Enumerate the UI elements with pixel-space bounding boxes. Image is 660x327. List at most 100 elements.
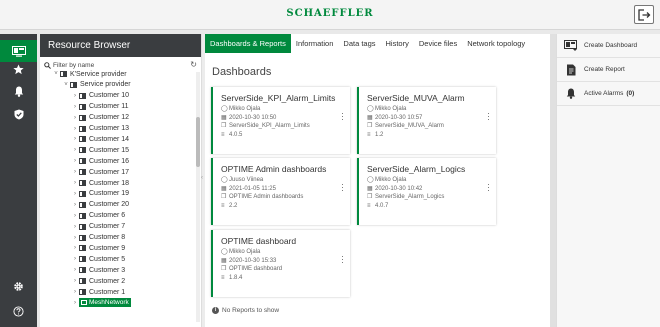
- chevron-down-icon[interactable]: ˅: [62, 82, 70, 88]
- tree-item[interactable]: › Customer 18: [71, 178, 129, 188]
- tree-item-label: Customer 8: [89, 234, 126, 241]
- tree-item[interactable]: › Customer 19: [71, 189, 129, 199]
- bell-icon: [564, 88, 578, 100]
- dashboard-card-title[interactable]: ServerSide_MUVA_Alarm: [367, 93, 496, 103]
- rail-favorites-button[interactable]: [0, 58, 37, 80]
- tab-dashboards-reports[interactable]: Dashboards & Reports: [205, 34, 291, 53]
- tree-item[interactable]: › Customer 17: [71, 167, 129, 177]
- chevron-right-icon[interactable]: ›: [71, 300, 79, 306]
- building-icon: [60, 71, 67, 77]
- chevron-right-icon[interactable]: ›: [71, 289, 79, 295]
- tree-item-label: Service provider: [80, 81, 131, 89]
- tree-item[interactable]: › Customer 6: [71, 211, 125, 221]
- tree-item[interactable]: › Customer 10: [71, 91, 129, 101]
- chevron-right-icon[interactable]: ›: [71, 224, 79, 230]
- chevron-down-icon[interactable]: ˅: [52, 71, 60, 77]
- chevron-right-icon[interactable]: ›: [71, 191, 79, 197]
- dashboard-card[interactable]: ServerSide_KPI_Alarm_Limits ◯ Mikko Ojala ▦…: [211, 87, 350, 154]
- chevron-right-icon[interactable]: ›: [71, 256, 79, 262]
- refresh-icon[interactable]: ↻: [190, 60, 197, 69]
- dashboard-card-title[interactable]: ServerSide_KPI_Alarm_Limits: [221, 93, 350, 103]
- tree-item[interactable]: › Customer 2: [71, 276, 125, 286]
- building-icon: [79, 234, 86, 241]
- more-options-icon[interactable]: · · ·: [341, 109, 344, 124]
- more-options-icon[interactable]: · · ·: [487, 180, 490, 195]
- chevron-right-icon[interactable]: ›: [71, 169, 79, 175]
- tab-network-topology[interactable]: Network topology: [462, 34, 530, 53]
- chevron-right-icon[interactable]: ›: [71, 245, 79, 251]
- dashboard-card[interactable]: OPTIME dashboard ◯ Mikko Ojala ▦ 2020-10-30 …: [211, 230, 350, 297]
- tree-item[interactable]: › Customer 15: [71, 145, 129, 155]
- action-create-dashboard[interactable]: Create Dashboard: [557, 34, 660, 58]
- tab-information[interactable]: Information: [291, 34, 339, 53]
- tree-item[interactable]: › Customer 9: [71, 243, 125, 253]
- tree-item-label: Customer 3: [89, 266, 126, 274]
- chevron-right-icon[interactable]: ›: [71, 93, 79, 99]
- chevron-right-icon[interactable]: ›: [71, 147, 79, 153]
- chevron-right-icon[interactable]: ›: [71, 104, 79, 110]
- dashboard-card-author: ◯ Mikko Ojala: [367, 105, 496, 114]
- list-icon: ≡: [221, 274, 225, 281]
- tree-item[interactable]: › Customer 1: [71, 287, 125, 297]
- brand-logo: SCHAEFFLER: [286, 8, 374, 19]
- dashboard-card-title[interactable]: ServerSide_Alarm_Logics: [367, 164, 496, 174]
- rail-alarms-button[interactable]: [0, 80, 37, 102]
- shield-icon: [14, 109, 23, 119]
- tab-device-files[interactable]: Device files: [414, 34, 462, 53]
- tree-item[interactable]: ˅ Service provider: [62, 80, 131, 90]
- dashboard-card-source-text: ServerSide_Alarm_Logics: [375, 194, 445, 200]
- building-icon: [79, 180, 86, 186]
- rail-security-button[interactable]: [0, 103, 37, 125]
- tree-item[interactable]: › Customer 20: [71, 200, 129, 210]
- tree-item[interactable]: › Customer 7: [71, 222, 125, 232]
- more-options-icon[interactable]: · · ·: [341, 180, 344, 195]
- tree-item[interactable]: › MeshNetwork: [71, 298, 131, 308]
- building-icon: [79, 125, 86, 132]
- tab-history[interactable]: History: [381, 34, 414, 53]
- building-icon: [70, 81, 77, 88]
- dashboard-card-title[interactable]: OPTIME Admin dashboards: [221, 164, 350, 174]
- tree-item[interactable]: ˅ K'Service provider: [52, 69, 126, 79]
- action-active-alarms[interactable]: Active Alarms (0): [557, 82, 660, 106]
- tree-item-label: MeshNetwork: [79, 298, 131, 308]
- tree-item[interactable]: › Customer 5: [71, 254, 125, 264]
- chevron-right-icon[interactable]: ›: [71, 213, 79, 219]
- tree-item[interactable]: › Customer 16: [71, 156, 129, 166]
- chevron-right-icon[interactable]: ›: [71, 267, 79, 273]
- chevron-right-icon[interactable]: ›: [71, 235, 79, 241]
- building-icon: [79, 190, 86, 197]
- tree-item-label: Customer 5: [89, 255, 126, 263]
- dashboard-card-date-text: 2020-10-30 15:33: [229, 257, 277, 264]
- logout-button[interactable]: [634, 5, 654, 24]
- tree-scrollbar-thumb[interactable]: [196, 117, 200, 167]
- chevron-right-icon[interactable]: ›: [71, 115, 79, 121]
- tree-item[interactable]: › Customer 14: [71, 134, 129, 144]
- tree-item[interactable]: › Customer 13: [71, 124, 129, 134]
- chevron-right-icon[interactable]: ›: [71, 278, 79, 284]
- dashboard-card[interactable]: ServerSide_MUVA_Alarm ◯ Mikko Ojala ▦ 2020-1…: [357, 87, 496, 154]
- chevron-right-icon[interactable]: ›: [71, 136, 79, 142]
- tab-data-tags[interactable]: Data tags: [338, 34, 380, 53]
- chevron-right-icon[interactable]: ›: [71, 126, 79, 132]
- tree-item[interactable]: › Customer 8: [71, 233, 125, 243]
- dashboard-card-title[interactable]: OPTIME dashboard: [221, 236, 350, 246]
- chevron-right-icon[interactable]: ›: [71, 158, 79, 164]
- chevron-right-icon[interactable]: ›: [71, 180, 79, 186]
- dashboard-card[interactable]: ServerSide_Alarm_Logics ◯ Mikko Ojala ▦ 2020…: [357, 158, 496, 225]
- chevron-right-icon[interactable]: ›: [71, 202, 79, 208]
- tree-item[interactable]: › Customer 3: [71, 265, 125, 275]
- building-icon: [79, 114, 86, 121]
- dashboard-card-source: ❐ ServerSide_Alarm_Logics: [367, 193, 496, 202]
- dashboard-card[interactable]: OPTIME Admin dashboards ◯ Juuso Viinea ▦ 202…: [211, 158, 350, 225]
- splitter-handle-icon[interactable]: ‹: [201, 175, 203, 181]
- action-create-report[interactable]: Create Report: [557, 58, 660, 82]
- more-options-icon[interactable]: · · ·: [487, 109, 490, 124]
- copy-icon: ❐: [367, 123, 373, 129]
- tree-item[interactable]: › Customer 11: [71, 102, 129, 112]
- tree-scrollbar[interactable]: [196, 72, 200, 322]
- copy-icon: ❐: [221, 266, 227, 272]
- tree-item[interactable]: › Customer 12: [71, 113, 129, 123]
- rail-help-button[interactable]: [0, 300, 37, 322]
- more-options-icon[interactable]: · · ·: [341, 252, 344, 267]
- rail-settings-button[interactable]: [0, 275, 37, 297]
